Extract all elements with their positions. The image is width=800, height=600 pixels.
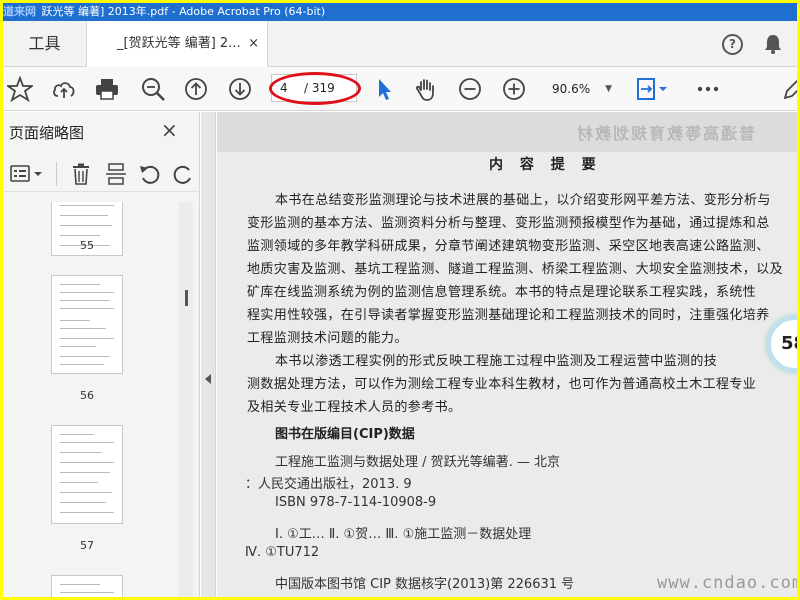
cip-line: ISBN 978-7-114-10908-9 — [275, 495, 437, 510]
rotate-right-icon[interactable] — [171, 162, 195, 186]
main-toolbar: 4 / 319 90.6% ▼ — [3, 67, 797, 111]
panel-title: 页面缩略图 — [9, 124, 85, 142]
cip-line: Ⅰ. ①工… Ⅱ. ①贺… Ⅲ. ①施工监测－数据处理 — [275, 527, 532, 542]
tab-document[interactable]: _[贺跃光等 编著] 2... × — [86, 21, 268, 68]
hand-tool-icon[interactable] — [413, 76, 439, 102]
cip-line: ：人民交通出版社，2013. 9 — [245, 477, 412, 492]
thumbnail-scrollbar[interactable] — [179, 202, 193, 597]
bell-icon[interactable] — [764, 34, 782, 54]
thumbnail-label: 56 — [80, 389, 94, 402]
cip-title: 图书在版编目(CIP)数据 — [275, 427, 415, 442]
print-icon[interactable] — [94, 76, 120, 102]
cip-line: 中国版本图书馆 CIP 数据核字(2013)第 226631 号 — [275, 577, 575, 592]
summary-heading: 内 容 提 要 — [489, 157, 602, 173]
counter-badge-value: 58 — [781, 333, 797, 354]
thumbnail-page-58[interactable] — [51, 575, 123, 597]
edit-pen-icon[interactable] — [781, 76, 797, 102]
thumbnail-options-icon[interactable] — [9, 164, 45, 184]
chevron-down-icon: ▼ — [605, 84, 612, 94]
app-window: 道来网 跃光等 编著] 2013年.pdf - Adobe Acrobat Pr… — [3, 3, 797, 597]
close-tab-icon[interactable]: × — [248, 21, 259, 67]
cloud-upload-icon[interactable] — [51, 76, 77, 102]
thumbnail-page-57[interactable] — [51, 425, 123, 524]
help-icon[interactable]: ? — [722, 34, 743, 55]
collapse-panel-arrow-icon[interactable] — [205, 374, 211, 384]
zoom-out-icon[interactable] — [457, 76, 483, 102]
panel-collapse-strip[interactable] — [201, 112, 216, 597]
summary-line: 监测领域的多年教学科研成果，分章节阐述建筑物变形监测、采空区地表高速公路监测、 — [247, 239, 770, 254]
previous-page-icon[interactable] — [183, 76, 209, 102]
zoom-in-icon[interactable] — [501, 76, 527, 102]
thumbnail-label: 55 — [80, 239, 94, 252]
thumbnail-scrollbar-thumb[interactable] — [185, 290, 188, 306]
zoom-level-dropdown[interactable]: 90.6% ▼ — [544, 78, 616, 100]
summary-line: 矿库在线监测系统为例的监测信息管理系统。本书的特点是理论联系工程实践，系统性 — [247, 285, 757, 300]
tab-document-label: _[贺跃光等 编著] 2... — [117, 36, 241, 51]
close-panel-icon[interactable]: × — [161, 118, 178, 142]
annotation-highlight-ellipse — [269, 72, 361, 105]
cip-line: Ⅳ. ①TU712 — [245, 545, 320, 560]
document-view[interactable]: 普通高等教育规划教材 内 容 提 要 本书在总结变形监测理论与技术进展的基础上，… — [217, 112, 797, 597]
series-title: 普通高等教育规划教材 — [575, 124, 756, 143]
summary-line: 本书在总结变形监测理论与技术进展的基础上，以介绍变形网平差方法、变形分析与 — [275, 193, 771, 208]
page-fit-chevron-icon[interactable] — [657, 76, 683, 102]
toolbar-divider — [56, 162, 57, 186]
thumbnail-label: 57 — [80, 539, 94, 552]
panel-toolbar — [3, 156, 200, 192]
summary-line: 本书以渗透工程实例的形式反映工程施工过程中监测及工程运营中监测的技 — [275, 354, 718, 369]
site-watermark: 道来网 — [3, 5, 36, 18]
insert-page-icon[interactable] — [104, 162, 128, 186]
summary-line: 测数据处理方法，可以作为测绘工程专业本科生教材，也可作为普通高校土木工程专业 — [247, 377, 757, 392]
tab-tools[interactable]: 工具 — [3, 21, 86, 67]
thumbnail-page-56[interactable] — [51, 275, 123, 374]
select-cursor-icon[interactable] — [371, 76, 397, 102]
zoom-out-search-icon[interactable] — [140, 76, 166, 102]
site-url-watermark: www.cndao.com — [657, 573, 797, 593]
floating-counter-badge[interactable]: 58 — [767, 316, 797, 372]
summary-line: 工程监测技术问题的能力。 — [247, 331, 408, 346]
star-icon[interactable] — [7, 76, 33, 102]
window-title: 跃光等 编著] 2013年.pdf - Adobe Acrobat Pro (6… — [41, 5, 326, 18]
summary-line: 变形监测的基本方法、监测资料分析与整理、变形监测预报模型作为基础，通过提炼和总 — [247, 216, 770, 231]
more-options-icon[interactable] — [695, 76, 721, 102]
cip-line: 工程施工监测与数据处理 / 贺跃光等编著. — 北京 — [275, 455, 561, 470]
page-thumbnails-panel: 页面缩略图 × 55 56 57 — [3, 112, 200, 597]
tab-bar: 工具 _[贺跃光等 编著] 2... × ? — [3, 21, 797, 68]
window-title-bar: 道来网 跃光等 编著] 2013年.pdf - Adobe Acrobat Pr… — [3, 3, 797, 21]
next-page-icon[interactable] — [227, 76, 253, 102]
rotate-left-icon[interactable] — [138, 162, 162, 186]
summary-line: 及相关专业工程技术人员的参考书。 — [247, 400, 462, 415]
summary-line: 地质灾害及监测、基坑工程监测、隧道工程监测、桥梁工程监测、大坝安全监测技术，以及 — [247, 262, 784, 277]
thumbnail-list: 55 56 57 — [3, 202, 179, 597]
summary-line: 程实用性较强，在引导读者掌握变形监测基础理论和工程监测技术的同时，注重强化培养 — [247, 308, 770, 323]
trash-icon[interactable] — [69, 162, 93, 186]
zoom-level-value: 90.6% — [552, 82, 591, 96]
